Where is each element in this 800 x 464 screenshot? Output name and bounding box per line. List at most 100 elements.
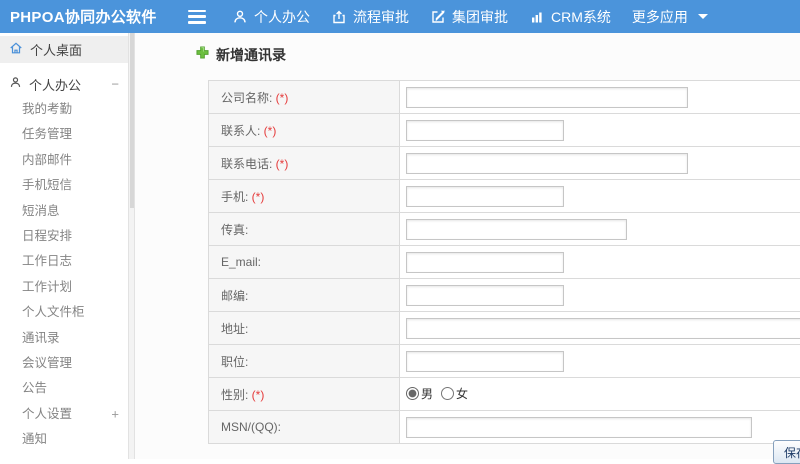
form-row: 手机: (*): [209, 180, 800, 213]
field-label: 传真:: [221, 223, 248, 237]
sidebar-item-desktop[interactable]: 个人桌面: [0, 36, 128, 63]
position-input[interactable]: [406, 351, 564, 372]
sidebar-item[interactable]: 个人文件柜: [0, 300, 128, 325]
form-row: 邮编:: [209, 279, 800, 312]
top-nav: 个人办公 流程审批 集团审批 CRM系统: [232, 7, 729, 27]
sidebar-group-label: 个人办公: [29, 75, 81, 94]
scrollbar-thumb[interactable]: [130, 33, 134, 208]
field-label: E_mail:: [221, 255, 261, 269]
form-row: 性别: (*)男女: [209, 378, 800, 411]
person-icon: [9, 76, 22, 92]
nav-label: 流程审批: [353, 7, 409, 27]
form-table-body: 公司名称: (*)联系人: (*)联系电话: (*)手机: (*)传真:E_ma…: [209, 81, 800, 444]
sidebar-item[interactable]: 工作日志: [0, 249, 128, 274]
required-marker: (*): [248, 388, 264, 402]
app-logo: PHPOA协同办公软件: [0, 6, 172, 27]
sidebar-item[interactable]: 我的考勤: [0, 97, 128, 122]
sidebar-item[interactable]: 短消息: [0, 199, 128, 224]
contact-phone-input[interactable]: [406, 153, 688, 174]
form-row: 联系电话: (*): [209, 147, 800, 180]
field-label: 联系人:: [221, 124, 260, 138]
page-title: 新增通讯录: [196, 45, 286, 65]
nav-more-apps[interactable]: 更多应用: [632, 7, 708, 27]
gender-radio-male[interactable]: [406, 387, 419, 400]
field-value-cell: [400, 81, 800, 114]
sidebar-item-notice[interactable]: 通知: [0, 427, 128, 452]
form-row: 地址:: [209, 312, 800, 345]
form-row: 公司名称: (*): [209, 81, 800, 114]
sidebar-item[interactable]: 任务管理: [0, 122, 128, 147]
zipcode-input[interactable]: [406, 285, 564, 306]
nav-label: 更多应用: [632, 7, 688, 27]
sidebar-item-label: 个人设置: [22, 407, 72, 421]
gender-option[interactable]: 男: [406, 385, 433, 402]
field-label-cell: 性别: (*): [209, 378, 400, 411]
radio-label: 女: [456, 385, 468, 402]
collapse-icon[interactable]: −: [111, 77, 119, 92]
required-marker: (*): [260, 124, 276, 138]
nav-workflow-approval[interactable]: 流程审批: [331, 7, 409, 27]
bar-chart-icon: [529, 9, 545, 25]
field-value-cell: [400, 411, 800, 444]
sidebar-item[interactable]: 手机短信: [0, 173, 128, 198]
field-label-cell: MSN/(QQ):: [209, 411, 400, 444]
topbar: PHPOA协同办公软件 个人办公 流程审批: [0, 0, 800, 33]
gender-option[interactable]: 女: [441, 385, 468, 402]
field-label: 性别:: [221, 388, 248, 402]
sidebar-subitems: 我的考勤任务管理内部邮件手机短信短消息日程安排工作日志工作计划个人文件柜通讯录会…: [0, 97, 128, 402]
field-label: 邮编:: [221, 289, 248, 303]
sidebar-item[interactable]: 会议管理: [0, 351, 128, 376]
field-value-cell: [400, 114, 800, 147]
contact-person-input[interactable]: [406, 120, 564, 141]
field-label: 职位:: [221, 355, 248, 369]
field-label: 地址:: [221, 322, 248, 336]
field-label: 联系电话:: [221, 157, 272, 171]
page-title-text: 新增通讯录: [216, 45, 286, 65]
save-button[interactable]: 保存: [773, 440, 800, 464]
field-value-cell: [400, 345, 800, 378]
field-value-cell: [400, 246, 800, 279]
edit-icon: [430, 9, 446, 25]
radio-label: 男: [421, 385, 433, 402]
sidebar-item[interactable]: 日程安排: [0, 224, 128, 249]
hamburger-menu-icon[interactable]: [188, 10, 206, 24]
company-name-input[interactable]: [406, 87, 688, 108]
nav-personal-office[interactable]: 个人办公: [232, 7, 310, 27]
nav-group-approval[interactable]: 集团审批: [430, 7, 508, 27]
field-label-cell: 公司名称: (*): [209, 81, 400, 114]
field-value-cell: 男女: [400, 378, 800, 411]
required-marker: (*): [272, 157, 288, 171]
add-plus-icon: [196, 46, 209, 64]
sidebar-item[interactable]: 通讯录: [0, 326, 128, 351]
mobile-input[interactable]: [406, 186, 564, 207]
field-value-cell: [400, 213, 800, 246]
field-label-cell: E_mail:: [209, 246, 400, 279]
address-input[interactable]: [406, 318, 800, 339]
email-input[interactable]: [406, 252, 564, 273]
sidebar-item-label: 通知: [22, 432, 47, 446]
required-marker: (*): [272, 91, 288, 105]
field-value-cell: [400, 312, 800, 345]
fax-input[interactable]: [406, 219, 627, 240]
sidebar-item[interactable]: 工作计划: [0, 275, 128, 300]
required-marker: (*): [248, 190, 264, 204]
field-label-cell: 职位:: [209, 345, 400, 378]
field-value-cell: [400, 147, 800, 180]
sidebar-scrollbar[interactable]: [128, 33, 135, 459]
msn-qq-input[interactable]: [406, 417, 752, 438]
nav-label: 集团审批: [452, 7, 508, 27]
sidebar-item[interactable]: 公告: [0, 376, 128, 401]
sidebar-item[interactable]: 内部邮件: [0, 148, 128, 173]
upload-arrow-icon: [331, 9, 347, 25]
field-value-cell: [400, 279, 800, 312]
field-label-cell: 联系电话: (*): [209, 147, 400, 180]
field-label-cell: 手机: (*): [209, 180, 400, 213]
sidebar-item-label: 个人桌面: [30, 40, 82, 59]
sidebar-group-personal-office[interactable]: 个人办公 −: [0, 72, 128, 96]
nav-label: 个人办公: [254, 7, 310, 27]
expand-icon[interactable]: +: [111, 402, 119, 427]
gender-radio-female[interactable]: [441, 387, 454, 400]
sidebar-item-personal-settings[interactable]: 个人设置 +: [0, 402, 128, 427]
person-icon: [232, 9, 248, 25]
nav-crm-system[interactable]: CRM系统: [529, 7, 611, 27]
